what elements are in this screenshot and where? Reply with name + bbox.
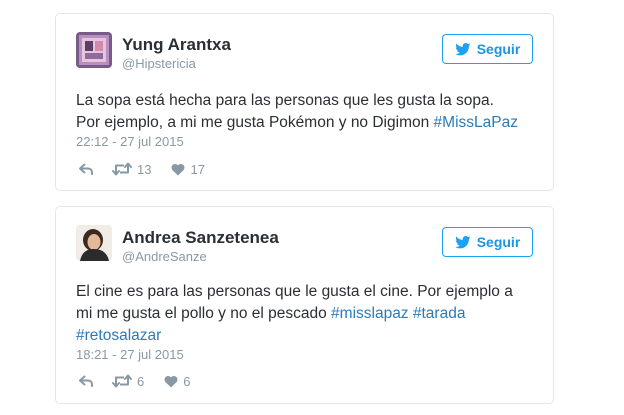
- hashtag-link[interactable]: #misslapaz: [331, 305, 409, 322]
- tweet-text-line: #retosalazar: [76, 325, 533, 347]
- tweet-text-line: Por ejemplo, a mi me gusta Pokémon y no …: [76, 112, 533, 134]
- retweet-button[interactable]: 13: [112, 162, 151, 177]
- hashtag-link[interactable]: #MissLaPaz: [434, 114, 518, 131]
- tweet-text: El cine es para las personas que le gust…: [76, 281, 533, 347]
- reply-icon: [79, 375, 93, 387]
- hashtag-link[interactable]: #tarada: [413, 305, 466, 322]
- like-count: 17: [190, 161, 205, 177]
- heart-icon: [172, 163, 185, 175]
- follow-button[interactable]: Seguir: [442, 34, 533, 64]
- text-segment: Por ejemplo, a mi me gusta Pokémon y no …: [76, 114, 434, 131]
- tweet-screenshot: Yung Arantxa @Hipstericia Seguir La sopa…: [0, 0, 624, 415]
- reply-button[interactable]: [78, 162, 94, 176]
- retweet-icon: [112, 162, 132, 176]
- tweet-actions: 6 6: [78, 372, 190, 390]
- avatar[interactable]: [76, 225, 112, 261]
- tweet-card: Yung Arantxa @Hipstericia Seguir La sopa…: [55, 13, 554, 191]
- timestamp[interactable]: 22:12 - 27 jul 2015: [76, 134, 184, 149]
- tweet-text-line: El cine es para las personas que le gust…: [76, 281, 533, 303]
- retweet-count: 13: [137, 161, 152, 177]
- timestamp[interactable]: 18:21 - 27 jul 2015: [76, 347, 184, 362]
- follow-button[interactable]: Seguir: [442, 227, 533, 257]
- tweet-text-line: La sopa está hecha para las personas que…: [76, 90, 533, 112]
- heart-icon: [164, 375, 178, 387]
- follow-label: Seguir: [476, 234, 521, 250]
- author-handle[interactable]: @Hipstericia: [122, 56, 196, 71]
- reply-button[interactable]: [78, 374, 94, 388]
- follow-label: Seguir: [476, 41, 521, 57]
- twitter-bird-icon: [454, 235, 471, 248]
- reply-icon: [79, 163, 93, 175]
- like-count: 6: [183, 373, 191, 389]
- retweet-icon: [112, 374, 132, 388]
- text-segment: mi me gusta el pollo y no el pescado: [76, 305, 332, 322]
- author-name[interactable]: Yung Arantxa: [122, 35, 231, 55]
- text-segment: La sopa está hecha para las personas que…: [76, 92, 494, 109]
- author-name[interactable]: Andrea Sanzetenea: [122, 228, 279, 248]
- text-segment: El cine es para las personas que le gust…: [76, 283, 513, 300]
- tweet-text-line: mi me gusta el pollo y no el pescado #mi…: [76, 303, 533, 325]
- like-button[interactable]: 17: [171, 161, 205, 177]
- author-handle[interactable]: @AndreSanze: [122, 249, 207, 264]
- retweet-button[interactable]: 6: [112, 374, 144, 389]
- hashtag-link[interactable]: #retosalazar: [76, 327, 161, 344]
- tweet-card: Andrea Sanzetenea @AndreSanze Seguir El …: [55, 206, 554, 404]
- tweet-actions: 13 17: [78, 160, 205, 178]
- like-button[interactable]: 6: [164, 374, 190, 389]
- tweet-text: La sopa está hecha para las personas que…: [76, 90, 533, 134]
- retweet-count: 6: [137, 373, 145, 389]
- twitter-bird-icon: [454, 42, 471, 55]
- avatar[interactable]: [76, 32, 112, 68]
